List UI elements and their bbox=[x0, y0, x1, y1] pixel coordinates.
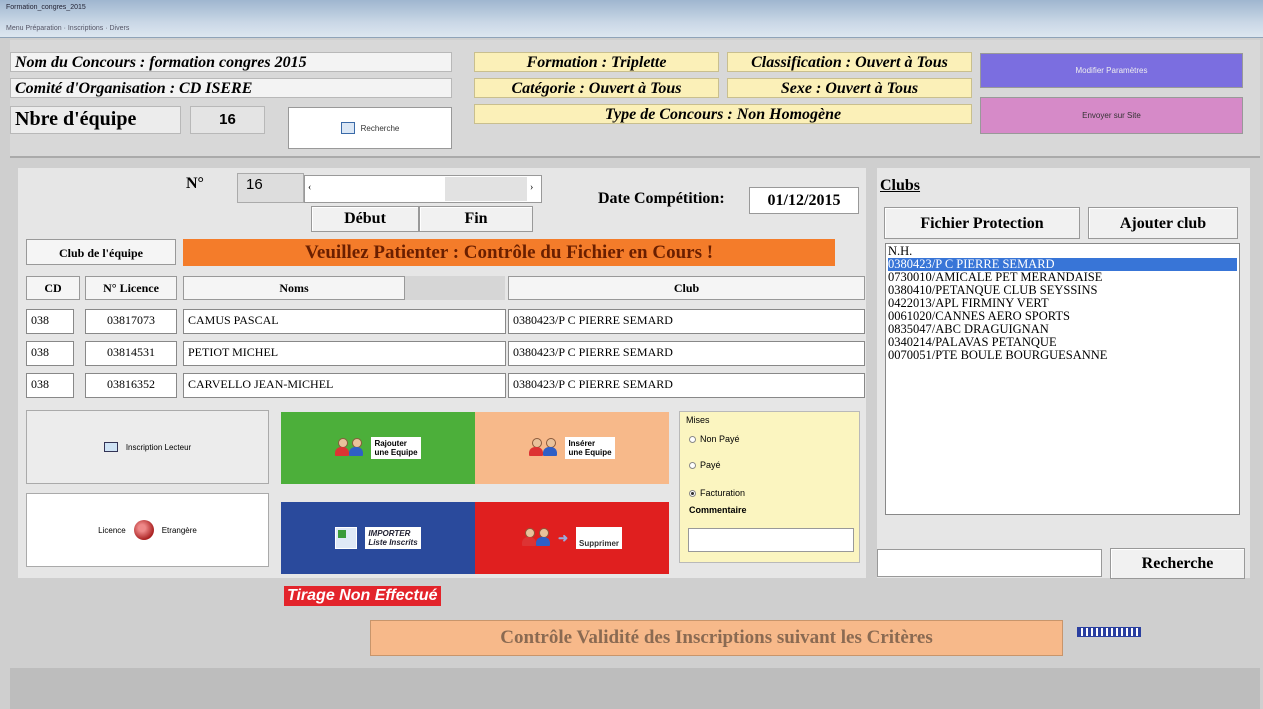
radio-non-paye[interactable]: Non Payé bbox=[689, 434, 740, 444]
radio-facturation[interactable]: Facturation bbox=[689, 488, 745, 498]
inscription-lecteur-button[interactable]: Inscription Lecteur bbox=[26, 410, 269, 484]
club-equipe-label: Club de l'équipe bbox=[26, 239, 176, 265]
commentaire-input[interactable] bbox=[688, 528, 854, 552]
col-noms: Noms bbox=[183, 276, 405, 300]
team-people-icon bbox=[521, 528, 550, 548]
no-value: 16 bbox=[237, 173, 304, 203]
row1-nom[interactable]: CAMUS PASCAL bbox=[183, 309, 506, 334]
row2-club[interactable]: 0380423/P C PIERRE SEMARD bbox=[508, 341, 865, 366]
row3-club[interactable]: 0380423/P C PIERRE SEMARD bbox=[508, 373, 865, 398]
licence-label: Licence bbox=[98, 525, 126, 535]
chevron-left-icon[interactable]: ‹ bbox=[308, 182, 311, 193]
radio-icon[interactable] bbox=[689, 462, 696, 470]
no-label: N° bbox=[186, 175, 204, 192]
globe-icon bbox=[133, 520, 154, 540]
fichier-protection-button[interactable]: Fichier Protection bbox=[884, 207, 1080, 239]
col-cd: CD bbox=[26, 276, 80, 300]
club-search-input[interactable] bbox=[877, 549, 1102, 577]
rajouter-label-a: Rajouter bbox=[374, 439, 407, 448]
menu-bar[interactable]: Menu Préparation · Inscriptions · Divers bbox=[6, 25, 129, 32]
team-people-icon bbox=[529, 438, 558, 458]
col-club: Club bbox=[508, 276, 865, 300]
clubs-title: Clubs bbox=[880, 177, 921, 194]
row2-cd[interactable]: 038 bbox=[26, 341, 74, 366]
classification: Classification : Ouvert à Tous bbox=[727, 52, 972, 72]
commentaire-label: Commentaire bbox=[689, 505, 747, 515]
progress-icon bbox=[1077, 627, 1141, 637]
radio-facturation-label: Facturation bbox=[700, 488, 746, 498]
nbre-equipe-value: 16 bbox=[190, 106, 265, 134]
import-icon bbox=[335, 527, 358, 549]
arrow-right-icon: ➜ bbox=[557, 531, 569, 545]
radio-icon[interactable] bbox=[689, 436, 696, 444]
categorie: Catégorie : Ouvert à Tous bbox=[474, 78, 719, 98]
modifier-parametres-button[interactable]: Modifier Paramètres bbox=[980, 53, 1243, 88]
recherche-button[interactable]: Recherche bbox=[288, 107, 452, 149]
tirage-status: Tirage Non Effectué bbox=[284, 586, 441, 606]
row2-nom[interactable]: PETIOT MICHEL bbox=[183, 341, 506, 366]
importer-button[interactable]: IMPORTER Liste Inscrits bbox=[281, 502, 475, 574]
importer-label-a: IMPORTER bbox=[368, 529, 411, 538]
date-label: Date Compétition: bbox=[598, 190, 725, 207]
row1-club[interactable]: 0380423/P C PIERRE SEMARD bbox=[508, 309, 865, 334]
row3-licence[interactable]: 03816352 bbox=[85, 373, 177, 398]
fin-button[interactable]: Fin bbox=[419, 206, 533, 232]
title-bar: Formation_congres_2015 Menu Préparation … bbox=[0, 0, 1263, 38]
window-title: Formation_congres_2015 bbox=[6, 4, 86, 11]
rajouter-label-b: une Equipe bbox=[374, 448, 418, 457]
list-item[interactable]: 0070051/PTE BOULE BOURGUESANNE bbox=[888, 349, 1237, 362]
sexe: Sexe : Ouvert à Tous bbox=[727, 78, 972, 98]
envoyer-site-button[interactable]: Envoyer sur Site bbox=[980, 97, 1243, 134]
clubs-listbox[interactable]: N.H. 0380423/P C PIERRE SEMARD 0730010/A… bbox=[885, 243, 1240, 515]
licence-etrangere-button[interactable]: Licence Etrangère bbox=[26, 493, 269, 567]
status-strip bbox=[10, 668, 1260, 709]
row1-licence[interactable]: 03817073 bbox=[85, 309, 177, 334]
formation: Formation : Triplette bbox=[474, 52, 719, 72]
supprimer-label: Supprimer bbox=[576, 527, 623, 549]
search-doc-icon bbox=[340, 122, 355, 134]
radio-paye-label: Payé bbox=[700, 460, 721, 470]
rajouter-equipe-button[interactable]: Rajouter une Equipe bbox=[281, 412, 475, 484]
importer-label-b: Liste Inscrits bbox=[368, 538, 418, 547]
supprimer-button[interactable]: ➜ Supprimer bbox=[475, 502, 669, 574]
row2-licence[interactable]: 03814531 bbox=[85, 341, 177, 366]
type-concours: Type de Concours : Non Homogène bbox=[474, 104, 972, 124]
team-people-icon bbox=[335, 438, 364, 458]
team-scrollbar[interactable]: ‹ › bbox=[304, 175, 542, 203]
radio-non-paye-label: Non Payé bbox=[700, 434, 740, 444]
col-licence: N° Licence bbox=[85, 276, 177, 300]
nbre-equipe-label: Nbre d'équipe bbox=[10, 106, 181, 134]
inserer-label-b: une Equipe bbox=[568, 448, 612, 457]
controle-validite-button[interactable]: Contrôle Validité des Inscriptions suiva… bbox=[370, 620, 1063, 656]
recherche-label: Recherche bbox=[360, 123, 400, 133]
etrangere-label: Etrangère bbox=[161, 525, 197, 535]
inscription-lecteur-label: Inscription Lecteur bbox=[125, 442, 192, 452]
nom-concours: Nom du Concours : formation congres 2015 bbox=[10, 52, 452, 72]
header-panel: Nom du Concours : formation congres 2015… bbox=[10, 40, 1260, 158]
club-recherche-button[interactable]: Recherche bbox=[1110, 548, 1245, 579]
ajouter-club-button[interactable]: Ajouter club bbox=[1088, 207, 1238, 239]
inserer-label-a: Insérer bbox=[568, 439, 596, 448]
row1-cd[interactable]: 038 bbox=[26, 309, 74, 334]
status-banner: Veuillez Patienter : Contrôle du Fichier… bbox=[183, 239, 835, 266]
radio-paye[interactable]: Payé bbox=[689, 460, 721, 470]
date-field[interactable]: 01/12/2015 bbox=[749, 187, 859, 214]
chevron-right-icon[interactable]: › bbox=[530, 182, 533, 193]
row3-nom[interactable]: CARVELLO JEAN-MICHEL bbox=[183, 373, 506, 398]
inserer-equipe-button[interactable]: Insérer une Equipe bbox=[475, 412, 669, 484]
mises-title: Mises bbox=[686, 415, 710, 425]
header-spacer bbox=[405, 276, 505, 300]
debut-button[interactable]: Début bbox=[311, 206, 419, 232]
mises-group: Mises Non Payé Payé Facturation Commenta… bbox=[679, 411, 860, 563]
radio-selected-icon[interactable] bbox=[689, 490, 696, 498]
row3-cd[interactable]: 038 bbox=[26, 373, 74, 398]
scroll-thumb[interactable] bbox=[445, 177, 527, 201]
comite: Comité d'Organisation : CD ISERE bbox=[10, 78, 452, 98]
card-reader-icon bbox=[103, 442, 118, 452]
